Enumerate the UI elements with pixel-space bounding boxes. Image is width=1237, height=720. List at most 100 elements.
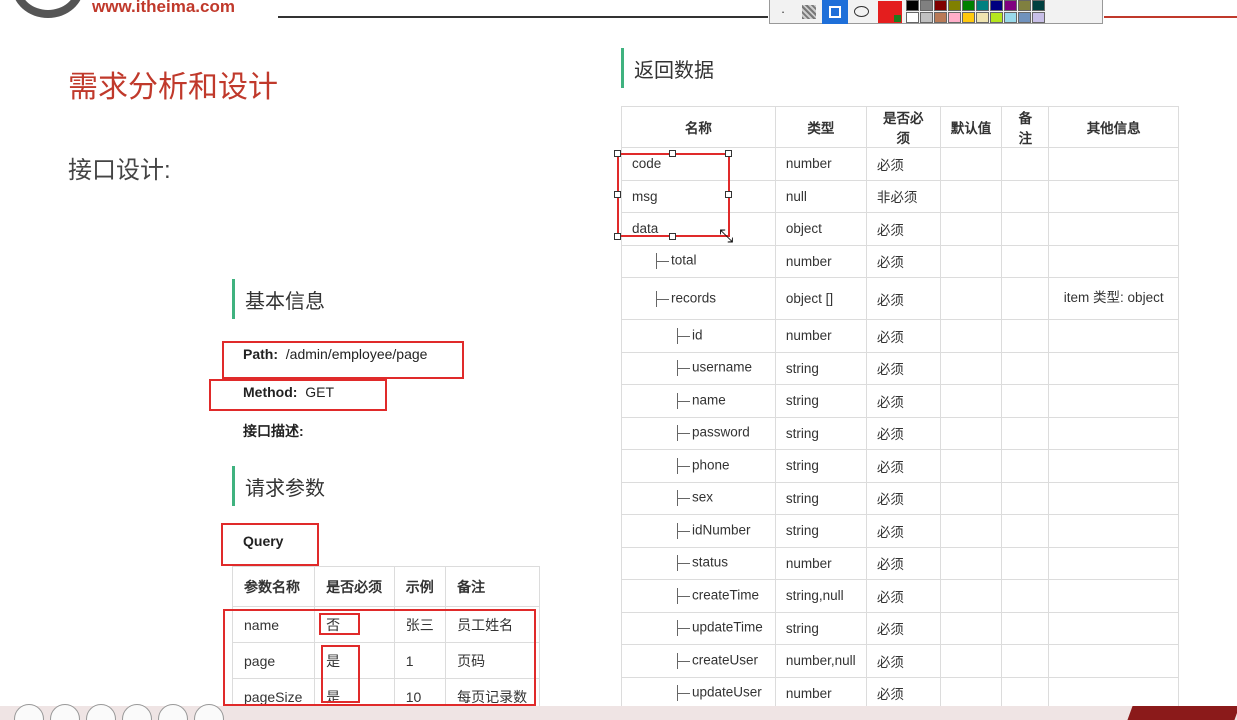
- site-url: www.itheima.com: [92, 0, 235, 16]
- resize-handle[interactable]: [614, 191, 621, 198]
- request-params-heading: 请求参数: [232, 466, 325, 506]
- field-required-cell: 必须: [865, 611, 941, 645]
- field-note-cell: [1001, 676, 1050, 710]
- field-other-info-cell: [1048, 481, 1179, 515]
- field-type-cell: string: [774, 611, 867, 645]
- response-header-cell: 备注: [1001, 106, 1050, 148]
- params-header-cell: 备注: [445, 566, 540, 607]
- color-swatch[interactable]: [990, 0, 1003, 11]
- resize-handle[interactable]: [614, 233, 621, 240]
- field-default-cell: [939, 277, 1003, 320]
- play-icon[interactable]: [14, 704, 44, 720]
- more-icon[interactable]: [194, 704, 224, 720]
- field-required-cell: 必须: [865, 319, 941, 353]
- bottom-brand-bar: [1127, 706, 1237, 720]
- color-swatch[interactable]: [1004, 0, 1017, 11]
- pen-icon[interactable]: [86, 704, 116, 720]
- field-other-info-cell: [1048, 676, 1179, 710]
- field-note-cell: [1001, 384, 1050, 418]
- field-other-info-cell: item 类型: object: [1048, 277, 1179, 320]
- field-type-cell: string: [774, 384, 867, 418]
- tree-branch-icon: [674, 651, 692, 671]
- color-swatch[interactable]: [920, 12, 933, 23]
- resize-handle[interactable]: [725, 150, 732, 157]
- field-name-cell: idNumber: [621, 514, 776, 548]
- params-annotation-box[interactable]: [223, 609, 536, 706]
- color-swatch[interactable]: [962, 0, 975, 11]
- resize-handle[interactable]: [669, 150, 676, 157]
- field-name: total: [671, 252, 697, 268]
- field-name-cell: status: [621, 546, 776, 580]
- selected-annotation-box[interactable]: [617, 153, 730, 237]
- field-default-cell: [939, 147, 1003, 181]
- field-required-cell: 必须: [865, 212, 941, 246]
- resize-handle[interactable]: [725, 191, 732, 198]
- table-row: username string 必须: [621, 351, 1179, 385]
- color-swatch[interactable]: [948, 0, 961, 11]
- field-other-info-cell: [1048, 384, 1179, 418]
- field-default-cell: [939, 611, 1003, 645]
- field-name: id: [692, 327, 703, 343]
- field-other-info-cell: [1048, 179, 1179, 213]
- color-swatch[interactable]: [1004, 12, 1017, 23]
- color-swatch[interactable]: [1032, 12, 1045, 23]
- path-annotation-box[interactable]: [222, 341, 464, 379]
- field-type-cell: number: [774, 244, 867, 278]
- field-type-cell: object []: [774, 277, 867, 320]
- color-swatch[interactable]: [990, 12, 1003, 23]
- ellipse-tool-button[interactable]: [848, 0, 874, 24]
- field-type-cell: string: [774, 449, 867, 483]
- field-type-cell: string,null: [774, 579, 867, 613]
- hatch-fill-tool-button[interactable]: [796, 0, 822, 24]
- field-required-cell: 非必须: [865, 179, 941, 213]
- zoom-icon[interactable]: [158, 704, 188, 720]
- table-row: name string 必须: [621, 384, 1179, 418]
- field-other-info-cell: [1048, 212, 1179, 246]
- color-swatch[interactable]: [976, 12, 989, 23]
- description-line: 接口描述:: [243, 421, 304, 441]
- field-default-cell: [939, 179, 1003, 213]
- color-swatch[interactable]: [920, 0, 933, 11]
- resize-handle[interactable]: [669, 233, 676, 240]
- color-swatch[interactable]: [906, 0, 919, 11]
- color-swatch[interactable]: [962, 12, 975, 23]
- field-default-cell: [939, 244, 1003, 278]
- field-note-cell: [1001, 644, 1050, 678]
- field-default-cell: [939, 384, 1003, 418]
- field-required-cell: 必须: [865, 676, 941, 710]
- query-annotation-box[interactable]: [221, 523, 319, 566]
- color-swatch[interactable]: [906, 12, 919, 23]
- rectangle-tool-button[interactable]: [822, 0, 848, 24]
- table-row: phone string 必须: [621, 449, 1179, 483]
- current-color-swatch[interactable]: [878, 0, 902, 23]
- color-swatch[interactable]: [934, 0, 947, 11]
- field-type-cell: string: [774, 514, 867, 548]
- color-swatch[interactable]: [934, 12, 947, 23]
- field-other-info-cell: [1048, 319, 1179, 353]
- field-default-cell: [939, 212, 1003, 246]
- color-swatch[interactable]: [1018, 0, 1031, 11]
- method-annotation-box[interactable]: [209, 379, 387, 411]
- field-name: idNumber: [692, 522, 751, 538]
- field-name: createUser: [692, 652, 759, 668]
- field-other-info-cell: [1048, 644, 1179, 678]
- color-swatch[interactable]: [948, 12, 961, 23]
- field-default-cell: [939, 449, 1003, 483]
- response-header-row: 名称 类型 是否必须 默认值 备注 其他信息: [621, 106, 1179, 148]
- required-no-annotation-box[interactable]: [319, 613, 360, 635]
- color-swatch[interactable]: [1018, 12, 1031, 23]
- table-row: updateUser number 必须: [621, 676, 1179, 710]
- table-row: records object [] 必须 item 类型: object: [621, 277, 1179, 320]
- color-swatch[interactable]: [1032, 0, 1045, 11]
- field-other-info-cell: [1048, 416, 1179, 450]
- required-yes-annotation-box[interactable]: [321, 645, 360, 703]
- resize-cursor-icon: ⤡: [719, 226, 734, 246]
- resize-handle[interactable]: [614, 150, 621, 157]
- pointer-tool-button[interactable]: ·: [770, 0, 796, 24]
- tree-branch-icon: [674, 326, 692, 346]
- slides-icon[interactable]: [122, 704, 152, 720]
- field-other-info-cell: [1048, 611, 1179, 645]
- field-default-cell: [939, 319, 1003, 353]
- color-swatch[interactable]: [976, 0, 989, 11]
- back-icon[interactable]: [50, 704, 80, 720]
